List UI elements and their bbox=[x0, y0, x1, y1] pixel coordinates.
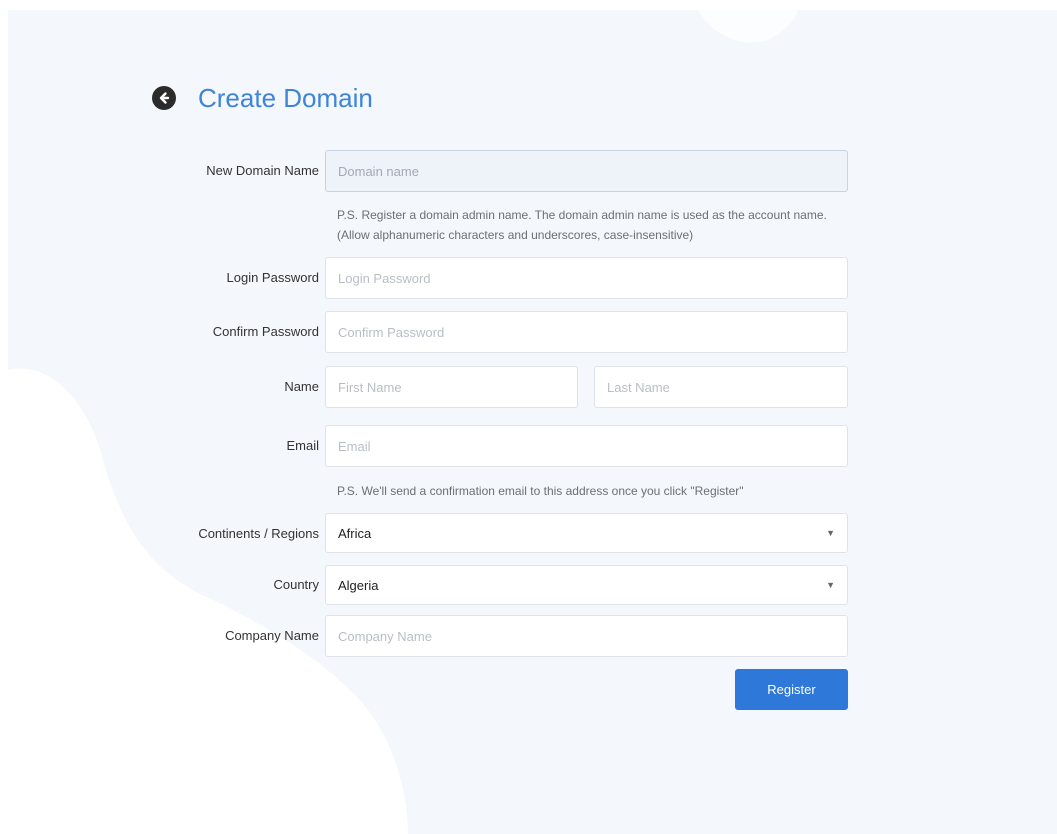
login-password-label: Login Password bbox=[226, 270, 320, 285]
back-arrow-icon bbox=[159, 92, 170, 104]
domain-hint-line2: (Allow alphanumeric characters and under… bbox=[337, 228, 694, 242]
country-selected-value: Algeria bbox=[338, 577, 379, 593]
login-password-input[interactable] bbox=[325, 257, 848, 299]
domain-name-input[interactable] bbox=[325, 150, 848, 192]
region-selected-value: Africa bbox=[338, 525, 372, 541]
domain-name-label: New Domain Name bbox=[206, 163, 319, 178]
region-select[interactable]: Africa ▼ bbox=[325, 513, 848, 553]
page-background: Create Domain New Domain Name P.S. Regis… bbox=[8, 10, 1057, 834]
email-input[interactable] bbox=[325, 425, 848, 467]
company-name-input[interactable] bbox=[325, 615, 848, 657]
confirm-password-input[interactable] bbox=[325, 311, 848, 353]
domain-hint-line1: P.S. Register a domain admin name. The d… bbox=[337, 208, 827, 222]
email-hint: P.S. We'll send a confirmation email to … bbox=[337, 484, 744, 498]
last-name-input[interactable] bbox=[594, 366, 848, 408]
register-button[interactable]: Register bbox=[735, 669, 848, 710]
country-label: Country bbox=[273, 577, 319, 592]
first-name-input[interactable] bbox=[325, 366, 578, 408]
chevron-down-icon: ▼ bbox=[826, 528, 835, 538]
cloud-decoration bbox=[8, 10, 798, 834]
company-name-label: Company Name bbox=[225, 628, 319, 643]
email-label: Email bbox=[286, 438, 319, 453]
page-header: Create Domain bbox=[152, 76, 373, 120]
region-label: Continents / Regions bbox=[198, 526, 319, 541]
page-title: Create Domain bbox=[198, 82, 373, 113]
name-label: Name bbox=[284, 379, 319, 394]
back-button[interactable] bbox=[152, 86, 176, 110]
country-select[interactable]: Algeria ▼ bbox=[325, 565, 848, 605]
confirm-password-label: Confirm Password bbox=[212, 324, 319, 339]
chevron-down-icon: ▼ bbox=[826, 580, 835, 590]
